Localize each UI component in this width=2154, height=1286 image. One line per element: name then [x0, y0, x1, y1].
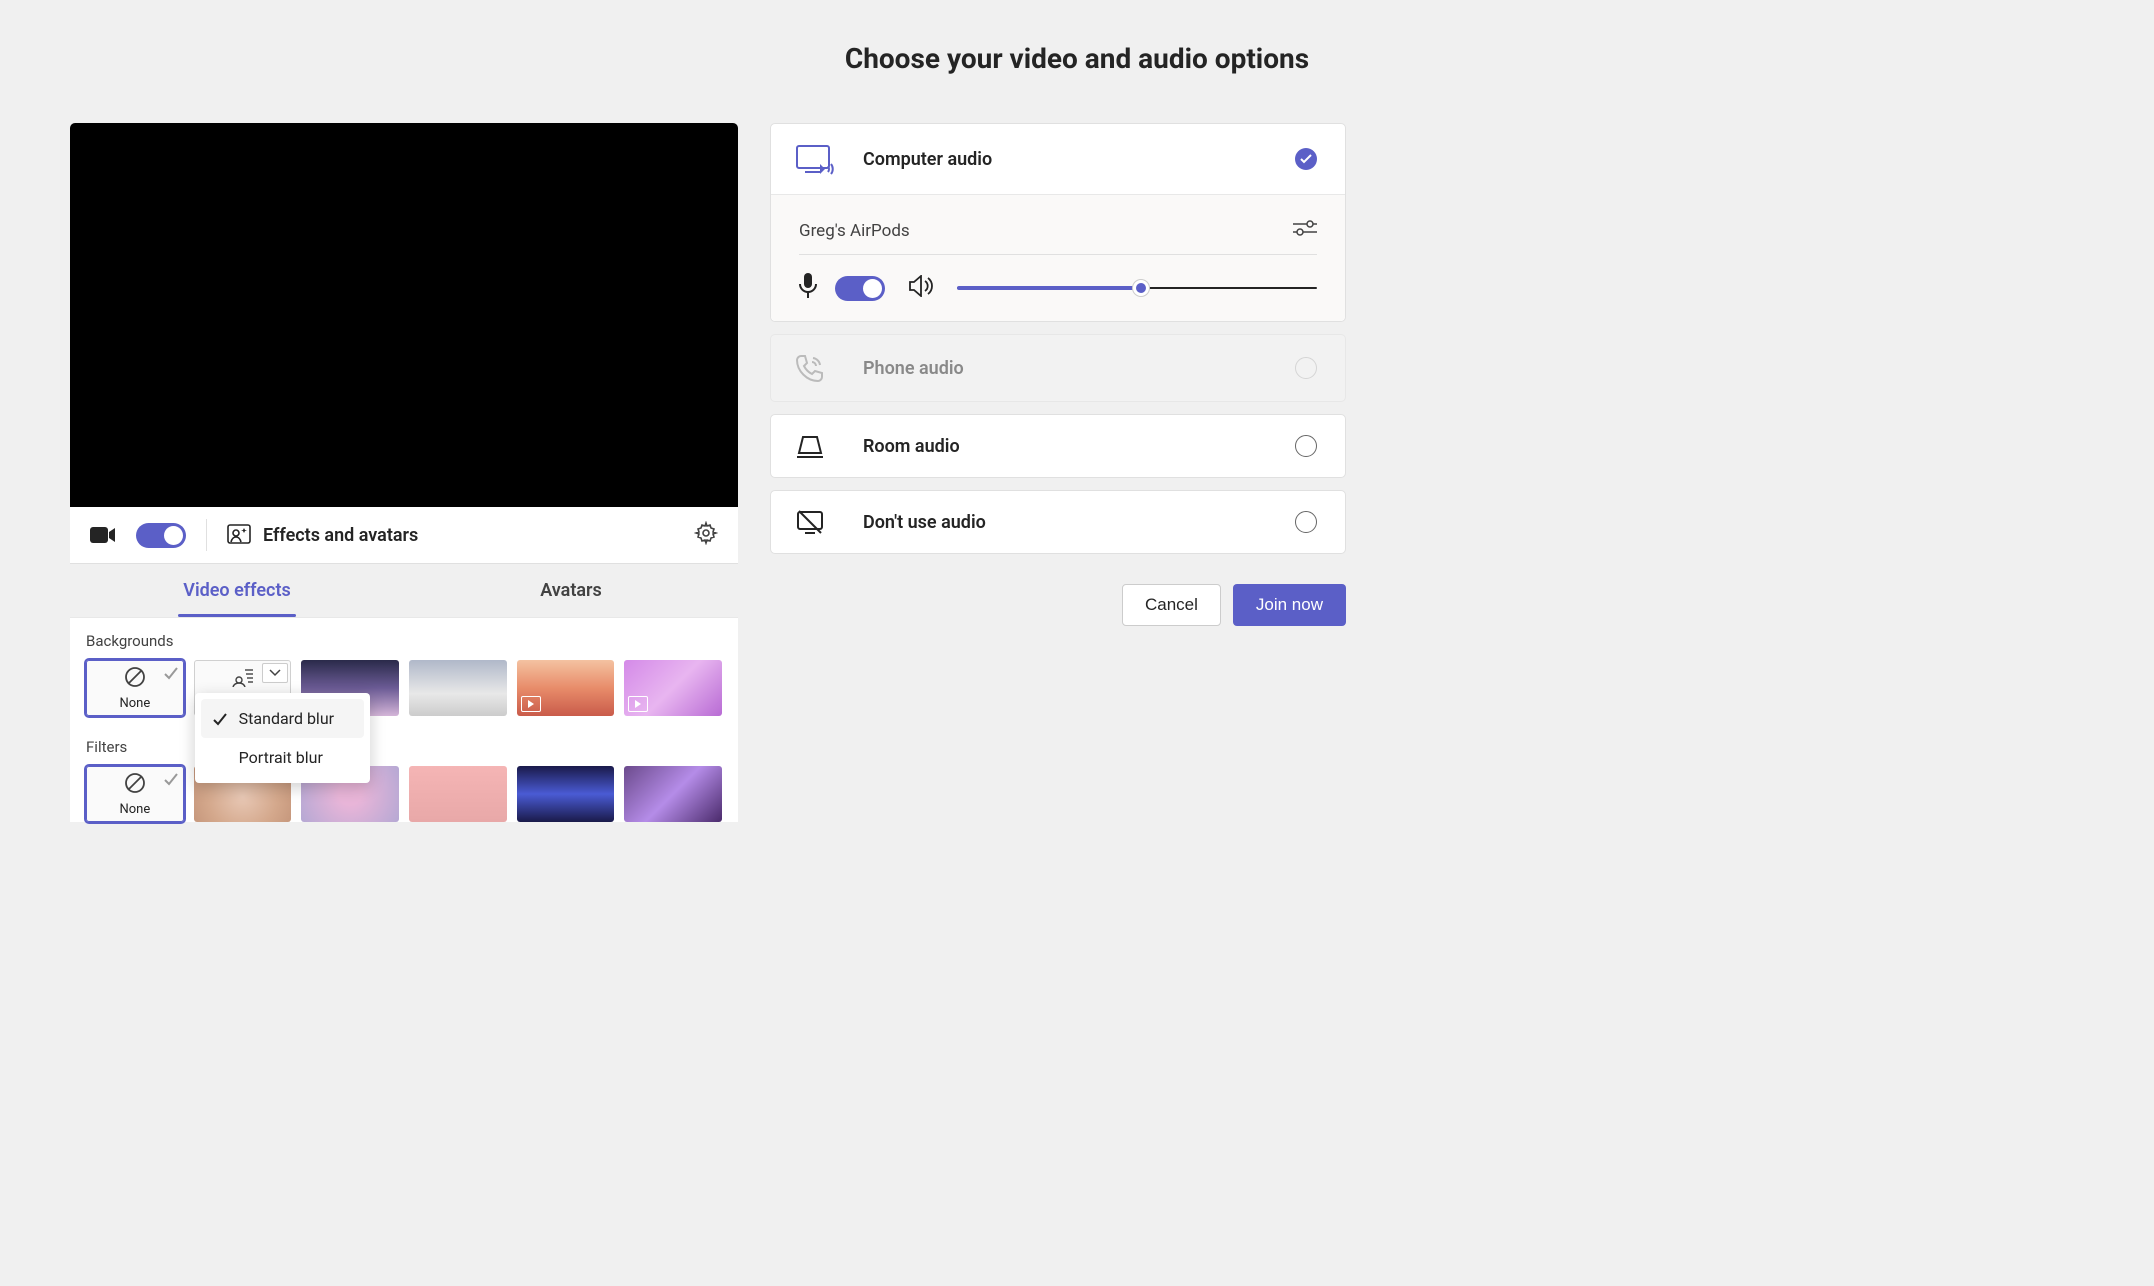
phone-icon	[795, 353, 835, 383]
filter-none[interactable]: None	[86, 766, 184, 822]
room-audio-option[interactable]: Room audio	[771, 415, 1345, 477]
selected-check-icon	[162, 770, 180, 788]
tab-label: Avatars	[540, 580, 602, 601]
dropdown-item-label: Standard blur	[239, 709, 334, 728]
option-label: Room audio	[863, 436, 1267, 457]
effects-panel: Backgrounds None Stand…	[70, 617, 738, 822]
none-icon	[123, 771, 147, 799]
effects-button-label: Effects and avatars	[263, 525, 418, 546]
audio-device-row[interactable]: Greg's AirPods	[799, 207, 1317, 255]
mic-control	[799, 273, 885, 303]
thumb-label: None	[119, 696, 150, 711]
slider-thumb[interactable]	[1133, 280, 1149, 296]
background-none[interactable]: None	[86, 660, 184, 716]
join-now-button[interactable]: Join now	[1233, 584, 1346, 626]
option-label: Don't use audio	[863, 512, 1267, 533]
computer-audio-icon	[795, 142, 835, 176]
radio-unselected-icon	[1295, 357, 1317, 379]
speaker-icon	[909, 275, 933, 301]
option-label: Phone audio	[863, 358, 1267, 379]
camera-icon	[90, 525, 116, 545]
filter-5[interactable]	[624, 766, 722, 822]
filter-4[interactable]	[517, 766, 615, 822]
background-video-2[interactable]	[624, 660, 722, 716]
option-label: Computer audio	[863, 149, 1267, 170]
cancel-button[interactable]: Cancel	[1122, 584, 1221, 626]
sparkle-person-icon	[227, 522, 251, 549]
effects-avatars-button[interactable]: Effects and avatars	[227, 522, 418, 549]
video-badge-icon	[521, 696, 541, 712]
audio-column: Computer audio Greg's AirPods	[770, 123, 1346, 844]
video-column: Effects and avatars Video effects Avatar…	[70, 123, 738, 844]
blur-dropdown-menu: Standard blur Portrait blur	[195, 693, 370, 783]
radio-unselected-icon	[1295, 435, 1317, 457]
no-audio-card: Don't use audio	[770, 490, 1346, 554]
room-audio-card: Room audio	[770, 414, 1346, 478]
filter-3[interactable]	[409, 766, 507, 822]
slider-fill	[957, 286, 1141, 290]
video-toolbar: Effects and avatars	[70, 507, 738, 564]
no-audio-option[interactable]: Don't use audio	[771, 491, 1345, 553]
volume-control	[909, 275, 1317, 301]
main-layout: Effects and avatars Video effects Avatar…	[0, 123, 2154, 844]
audio-controls-row	[799, 255, 1317, 303]
effects-tabs: Video effects Avatars	[70, 564, 738, 617]
camera-toggle[interactable]	[136, 523, 186, 548]
computer-audio-card: Computer audio Greg's AirPods	[770, 123, 1346, 322]
thumb-label: None	[119, 802, 150, 817]
divider	[206, 519, 207, 551]
video-badge-icon	[628, 696, 648, 712]
blur-icon	[231, 667, 255, 691]
volume-slider[interactable]	[957, 286, 1317, 290]
tab-video-effects[interactable]: Video effects	[70, 564, 404, 617]
microphone-icon	[799, 273, 817, 303]
dropdown-item-label: Portrait blur	[239, 748, 323, 767]
dropdown-item-standard-blur[interactable]: Standard blur	[201, 699, 364, 738]
toggle-knob	[863, 279, 882, 298]
check-icon	[211, 711, 229, 727]
microphone-toggle[interactable]	[835, 276, 885, 301]
radio-unselected-icon	[1295, 511, 1317, 533]
device-settings-icon[interactable]	[1293, 219, 1317, 242]
action-buttons: Cancel Join now	[770, 584, 1346, 626]
background-image-2[interactable]	[409, 660, 507, 716]
backgrounds-row: None Stand…	[86, 660, 722, 716]
computer-audio-option[interactable]: Computer audio	[771, 124, 1345, 194]
filters-label: Filters	[86, 738, 722, 756]
background-blur[interactable]: Stand… Standard blur Port	[194, 660, 292, 716]
tab-label: Video effects	[183, 580, 291, 601]
radio-selected-icon	[1295, 148, 1317, 170]
page-title: Choose your video and audio options	[0, 0, 2154, 123]
blur-dropdown-button[interactable]	[262, 663, 288, 683]
room-icon	[795, 433, 835, 459]
device-name: Greg's AirPods	[799, 221, 910, 241]
dropdown-item-portrait-blur[interactable]: Portrait blur	[201, 738, 364, 777]
backgrounds-label: Backgrounds	[86, 632, 722, 650]
tab-avatars[interactable]: Avatars	[404, 564, 738, 617]
computer-audio-panel: Greg's AirPods	[771, 194, 1345, 321]
settings-button[interactable]	[694, 521, 718, 549]
phone-audio-option: Phone audio	[771, 335, 1345, 401]
no-audio-icon	[795, 509, 835, 535]
phone-audio-card: Phone audio	[770, 334, 1346, 402]
filters-row: None	[86, 766, 722, 822]
background-video-1[interactable]	[517, 660, 615, 716]
video-preview	[70, 123, 738, 507]
selected-check-icon	[162, 664, 180, 682]
toggle-knob	[164, 526, 183, 545]
none-icon	[123, 665, 147, 693]
